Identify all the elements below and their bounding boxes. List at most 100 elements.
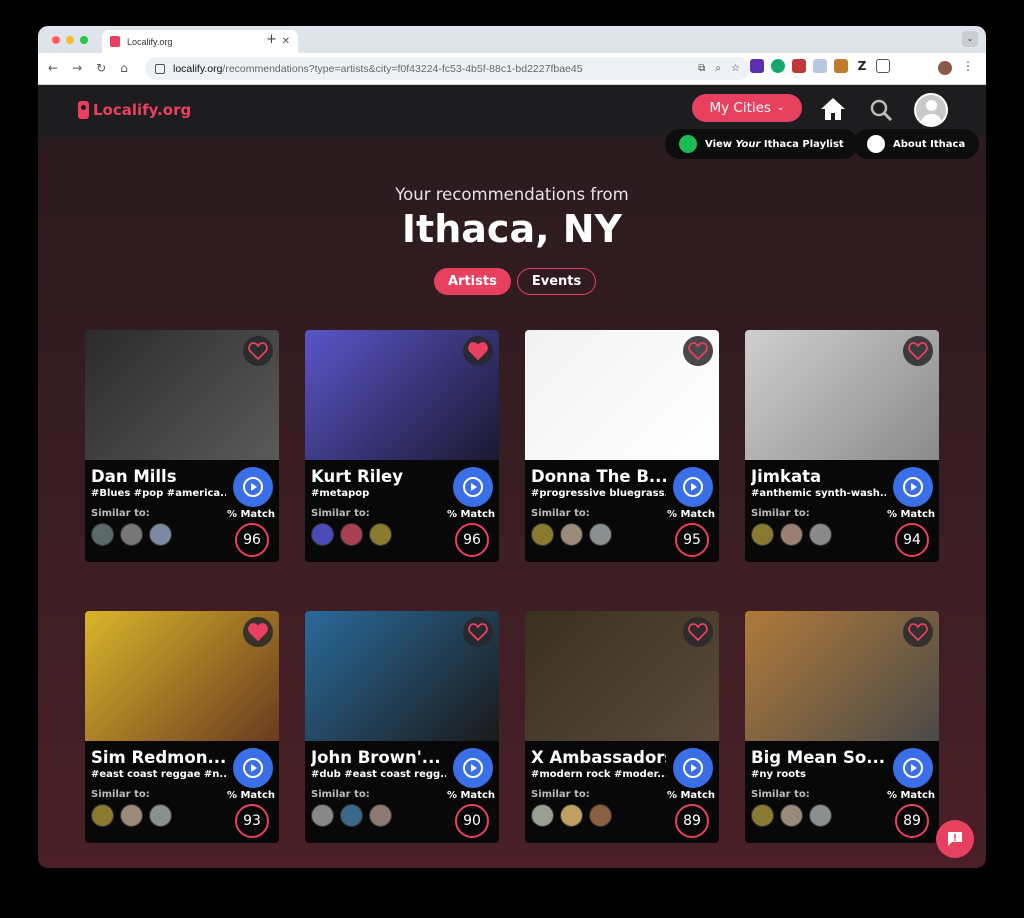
artist-card[interactable]: Dan Mills #Blues #pop #america... Simila… — [85, 330, 279, 562]
play-preview-button[interactable] — [453, 467, 493, 507]
artist-card[interactable]: Sim Redmon... #east coast reggae #n... S… — [85, 611, 279, 843]
artist-name[interactable]: Dan Mills — [91, 467, 226, 486]
play-preview-button[interactable] — [673, 467, 713, 507]
artist-genres: #progressive bluegrass... — [531, 488, 666, 499]
similar-artist-avatar[interactable] — [531, 523, 554, 546]
similar-artist-avatar[interactable] — [531, 804, 554, 827]
view-playlist-button[interactable]: View Your Ithaca Playlist — [665, 129, 858, 159]
play-icon — [903, 477, 923, 497]
similar-artist-avatar[interactable] — [751, 523, 774, 546]
play-preview-button[interactable] — [893, 467, 933, 507]
extension-icon[interactable] — [813, 59, 827, 73]
zoom-icon[interactable]: ⌕ — [715, 63, 721, 74]
favorite-heart-icon[interactable] — [463, 617, 493, 647]
site-logo[interactable]: Localify.org — [78, 101, 191, 119]
extension-icon[interactable] — [750, 59, 764, 73]
new-tab-icon[interactable]: + — [266, 32, 277, 47]
similar-artist-avatar[interactable] — [780, 804, 803, 827]
similar-artist-avatar[interactable] — [149, 804, 172, 827]
user-avatar[interactable] — [914, 93, 948, 127]
search-icon[interactable] — [870, 99, 892, 121]
tab-search-icon[interactable]: ⌄ — [962, 31, 978, 47]
feedback-button[interactable] — [936, 820, 974, 858]
similar-artist-avatar[interactable] — [91, 804, 114, 827]
play-preview-button[interactable] — [893, 748, 933, 788]
favorite-heart-icon[interactable] — [243, 336, 273, 366]
favorite-heart-icon[interactable] — [903, 336, 933, 366]
similar-artist-avatar[interactable] — [589, 523, 612, 546]
artist-card[interactable]: Kurt Riley #metapop Similar to: % Match … — [305, 330, 499, 562]
similar-artist-avatar[interactable] — [120, 523, 143, 546]
similar-artist-avatar[interactable] — [809, 523, 832, 546]
similar-artist-avatar[interactable] — [149, 523, 172, 546]
play-preview-button[interactable] — [233, 748, 273, 788]
zoom-window-button[interactable] — [80, 36, 88, 44]
similar-artists — [751, 523, 832, 546]
artist-name[interactable]: Big Mean So... — [751, 748, 886, 767]
site-info-icon[interactable] — [155, 63, 165, 74]
favorite-heart-icon[interactable] — [683, 336, 713, 366]
extensions-puzzle-icon[interactable] — [876, 59, 890, 73]
similar-artist-avatar[interactable] — [780, 523, 803, 546]
tab-events[interactable]: Events — [516, 268, 597, 295]
similar-artist-avatar[interactable] — [809, 804, 832, 827]
extension-icon[interactable] — [834, 59, 848, 73]
similar-artist-avatar[interactable] — [369, 804, 392, 827]
play-preview-button[interactable] — [233, 467, 273, 507]
forward-icon[interactable]: → — [72, 61, 82, 75]
similar-artist-avatar[interactable] — [751, 804, 774, 827]
similar-artist-avatar[interactable] — [311, 523, 334, 546]
similar-artist-avatar[interactable] — [589, 804, 612, 827]
artist-name[interactable]: Jimkata — [751, 467, 886, 486]
similar-artist-avatar[interactable] — [560, 523, 583, 546]
grammarly-icon[interactable] — [771, 59, 785, 73]
match-label: % Match — [666, 790, 715, 801]
artist-genres: #dub #east coast regg... — [311, 769, 446, 780]
reload-icon[interactable]: ↻ — [96, 61, 106, 75]
artist-name[interactable]: John Brown'... — [311, 748, 446, 767]
back-icon[interactable]: ← — [48, 61, 58, 75]
home-page-icon[interactable]: ⌂ — [120, 61, 128, 75]
similar-artist-avatar[interactable] — [560, 804, 583, 827]
artist-name[interactable]: Donna The B... — [531, 467, 666, 486]
artist-card[interactable]: Donna The B... #progressive bluegrass...… — [525, 330, 719, 562]
artist-card[interactable]: Big Mean So... #ny roots Similar to: % M… — [745, 611, 939, 843]
tab-artists[interactable]: Artists — [434, 268, 511, 295]
similar-artist-avatar[interactable] — [311, 804, 334, 827]
profile-avatar-icon[interactable] — [938, 61, 952, 75]
artist-card[interactable]: X Ambassadors #modern rock #moder... Sim… — [525, 611, 719, 843]
similar-to-label: Similar to: — [91, 789, 150, 800]
similar-artist-avatar[interactable] — [369, 523, 392, 546]
zotero-icon[interactable]: Z — [855, 59, 869, 73]
play-preview-button[interactable] — [673, 748, 713, 788]
extension-icon[interactable] — [792, 59, 806, 73]
play-preview-button[interactable] — [453, 748, 493, 788]
similar-artist-avatar[interactable] — [91, 523, 114, 546]
close-window-button[interactable] — [52, 36, 60, 44]
artist-card[interactable]: Jimkata #anthemic synth-wash... Similar … — [745, 330, 939, 562]
artist-card[interactable]: John Brown'... #dub #east coast regg... … — [305, 611, 499, 843]
favorite-heart-icon[interactable] — [683, 617, 713, 647]
address-bar[interactable]: localify.org/recommendations?type=artist… — [145, 57, 750, 80]
favorite-heart-icon[interactable] — [243, 617, 273, 647]
match-score: 96 — [455, 523, 489, 557]
similar-artist-avatar[interactable] — [340, 523, 363, 546]
home-icon[interactable] — [820, 97, 846, 121]
recommendations-subtitle: Your recommendations from — [395, 185, 629, 204]
browser-menu-icon[interactable]: ⋮ — [962, 59, 974, 73]
artist-genres: #east coast reggae #n... — [91, 769, 226, 780]
favorite-heart-icon[interactable] — [463, 336, 493, 366]
my-cities-button[interactable]: My Cities ⌄ — [692, 94, 802, 122]
bookmark-star-icon[interactable]: ☆ — [731, 63, 740, 74]
browser-window: Localify.org ✕ + ⌄ ← → ↻ ⌂ localify.org /… — [38, 26, 986, 868]
favorite-heart-icon[interactable] — [903, 617, 933, 647]
install-icon[interactable]: ⧉ — [698, 63, 705, 74]
artist-name[interactable]: Kurt Riley — [311, 467, 446, 486]
artist-name[interactable]: X Ambassadors — [531, 748, 666, 767]
about-city-button[interactable]: About Ithaca — [853, 129, 980, 159]
similar-artist-avatar[interactable] — [340, 804, 363, 827]
minimize-window-button[interactable] — [66, 36, 74, 44]
close-tab-icon[interactable]: ✕ — [282, 36, 290, 47]
artist-name[interactable]: Sim Redmon... — [91, 748, 226, 767]
similar-artist-avatar[interactable] — [120, 804, 143, 827]
